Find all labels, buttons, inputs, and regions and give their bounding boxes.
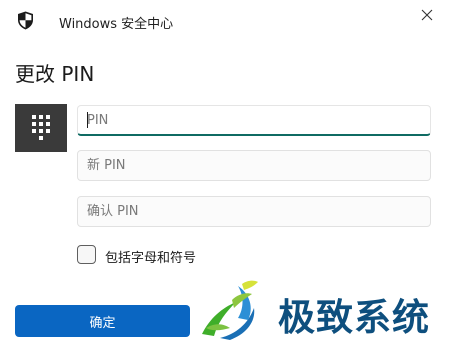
watermark-logo-icon (202, 280, 258, 340)
include-letters-label[interactable]: 包括字母和符号 (105, 247, 196, 266)
pin-keypad-tile (15, 104, 67, 152)
page-title: 更改 PIN (15, 62, 95, 86)
pin-field[interactable] (77, 105, 431, 136)
watermark-text: 极致系统 (278, 296, 430, 339)
ok-button[interactable]: 确定 (15, 305, 190, 337)
shield-icon (18, 11, 33, 30)
app-title: Windows 安全中心 (59, 17, 174, 32)
close-icon (421, 9, 433, 21)
security-center-window: Windows 安全中心 更改 PIN 包括字母和符号 确定 极致系统 (0, 0, 450, 343)
title-bar: Windows 安全中心 (0, 0, 450, 40)
new-pin-field[interactable] (77, 150, 431, 181)
text-caret (87, 112, 88, 128)
include-letters-checkbox[interactable] (77, 245, 96, 264)
keypad-icon (32, 115, 50, 140)
close-button[interactable] (404, 0, 450, 30)
confirm-pin-field[interactable] (77, 196, 431, 227)
site-watermark: 极致系统 (196, 278, 450, 340)
